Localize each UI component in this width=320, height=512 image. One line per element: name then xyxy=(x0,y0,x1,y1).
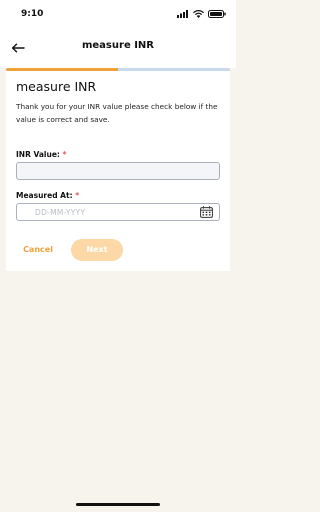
status-time: 9:10 xyxy=(21,9,44,19)
inr-value-label: INR Value: * xyxy=(16,150,66,159)
battery-icon xyxy=(208,10,226,18)
inr-value-label-text: INR Value: xyxy=(16,150,60,159)
cancel-button[interactable]: Cancel xyxy=(18,242,58,258)
measured-at-input[interactable]: DD-MM-YYYY xyxy=(16,203,220,221)
measured-at-label: Measured At: * xyxy=(16,191,79,200)
next-button[interactable]: Next xyxy=(71,239,123,261)
calendar-icon[interactable] xyxy=(200,206,213,218)
inr-value-input[interactable] xyxy=(16,162,220,180)
card-title: measure INR xyxy=(16,79,97,94)
date-placeholder: DD-MM-YYYY xyxy=(35,208,86,217)
home-indicator xyxy=(76,503,160,506)
required-mark: * xyxy=(75,191,80,200)
status-icons xyxy=(177,10,226,18)
wifi-icon xyxy=(193,10,204,18)
status-bar: 9:10 xyxy=(0,0,236,34)
required-mark: * xyxy=(62,150,67,159)
signal-icon xyxy=(177,10,188,18)
header: measure INR xyxy=(0,34,236,68)
form-card: measure INR Thank you for your INR value… xyxy=(6,71,230,271)
card-description: Thank you for your INR value please chec… xyxy=(16,102,218,124)
measured-at-label-text: Measured At: xyxy=(16,191,73,200)
page-title: measure INR xyxy=(81,40,154,51)
